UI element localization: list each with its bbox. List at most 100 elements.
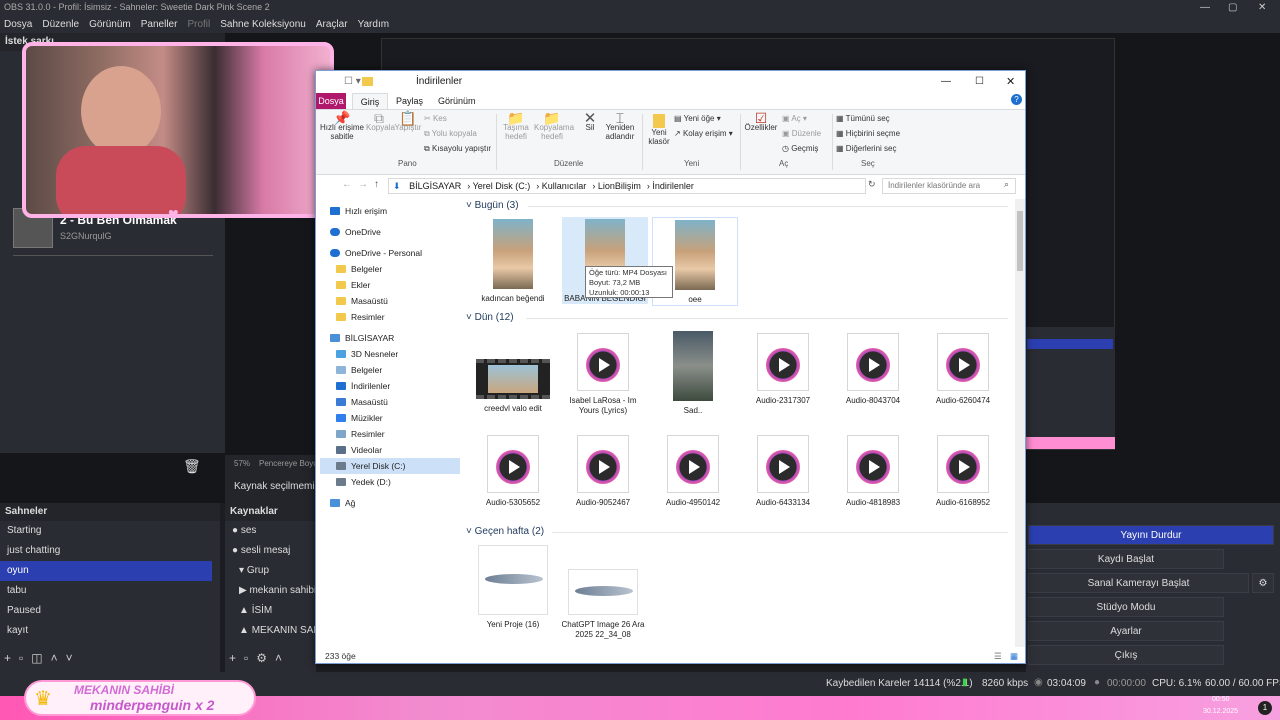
- nav-item-3d-objects[interactable]: 3D Nesneler: [336, 346, 460, 362]
- nav-item-this-pc[interactable]: BİLGİSAYAR: [330, 330, 460, 346]
- file-item[interactable]: Isabel LaRosa - Im Yours (Lyrics): [560, 333, 646, 416]
- group-header-today[interactable]: ˅ Bugün (3): [466, 199, 1012, 213]
- file-item[interactable]: Sad..: [650, 331, 736, 416]
- quick-access-toolbar[interactable]: ☐ ▾: [344, 71, 361, 93]
- notification-badge[interactable]: 1: [1258, 701, 1272, 715]
- breadcrumb-item[interactable]: Yerel Disk (C:): [473, 181, 531, 191]
- remove-scene-icon[interactable]: ▫: [19, 651, 31, 665]
- menu-dosya[interactable]: Dosya: [4, 19, 32, 30]
- maximize-icon[interactable]: ☐: [975, 71, 984, 93]
- add-scene-icon[interactable]: +: [4, 651, 19, 665]
- file-item[interactable]: Audio-9052467: [560, 435, 646, 508]
- source-item[interactable]: ▲ İSİM: [225, 601, 316, 621]
- breadcrumb-item[interactable]: Kullanıcılar: [542, 181, 587, 191]
- search-input[interactable]: İndirilenler klasöründe ara: [882, 178, 1016, 194]
- new-folder-button[interactable]: Yeni klasör: [646, 114, 672, 146]
- nav-item-downloads[interactable]: İndirilenler: [336, 378, 460, 394]
- tab-file[interactable]: Dosya: [316, 93, 346, 109]
- paste-button[interactable]: 📋 Yapıştır: [393, 111, 423, 132]
- search-icon[interactable]: ⌕: [1004, 179, 1009, 190]
- file-item[interactable]: Audio-8043704: [830, 333, 916, 406]
- scene-item[interactable]: tabu: [0, 581, 212, 601]
- cut-button[interactable]: ✂ Kes: [424, 114, 447, 123]
- file-item[interactable]: ChatGPT Image 26 Ara 2025 22_34_08: [560, 569, 646, 640]
- delete-button[interactable]: ✕ Sil: [578, 111, 602, 132]
- copy-to-button[interactable]: 📁 Kopyalama hedefi: [534, 111, 574, 141]
- tab-home[interactable]: Giriş: [352, 93, 388, 109]
- filter-icon[interactable]: ◫: [31, 651, 50, 665]
- start-virtual-camera-button[interactable]: Sanal Kamerayı Başlat: [1028, 573, 1249, 593]
- close-icon[interactable]: ✕: [1006, 71, 1015, 93]
- breadcrumb-item[interactable]: LionBilişim: [598, 181, 641, 191]
- file-item[interactable]: kadıncan beğendi: [470, 219, 556, 304]
- group-header-last-week[interactable]: ˅ Geçen hafta (2): [466, 525, 1012, 539]
- up-icon[interactable]: ↑: [374, 179, 379, 190]
- source-item[interactable]: ● sesli mesaj: [225, 541, 316, 561]
- breadcrumb-item[interactable]: BİLGİSAYAR: [409, 181, 461, 191]
- file-item[interactable]: Audio-4818983: [830, 435, 916, 508]
- add-source-icon[interactable]: +: [229, 651, 244, 665]
- large-icons-view-icon[interactable]: ▦: [1010, 649, 1018, 664]
- nav-item-quick-access[interactable]: Hızlı erişim: [330, 203, 460, 219]
- file-item[interactable]: Audio-5305652: [470, 435, 556, 508]
- menu-yardim[interactable]: Yardım: [358, 19, 390, 30]
- scene-item[interactable]: kayıt: [0, 621, 212, 641]
- nav-item-backup-d[interactable]: Yedek (D:): [336, 474, 460, 490]
- copy-button[interactable]: ⧉ Kopyala: [366, 111, 395, 132]
- gear-icon[interactable]: ⚙: [256, 651, 275, 665]
- nav-item-music[interactable]: Müzikler: [336, 410, 460, 426]
- select-none-button[interactable]: ▦ Hiçbirini seçme: [836, 129, 900, 138]
- new-item-button[interactable]: ▤ Yeni öğe ▾: [674, 114, 721, 123]
- source-item[interactable]: ● ses: [225, 521, 316, 541]
- history-button[interactable]: ◷ Geçmiş: [782, 144, 818, 153]
- scrollbar-thumb[interactable]: [1017, 211, 1023, 271]
- scrollbar[interactable]: [1015, 199, 1025, 647]
- start-recording-button[interactable]: Kaydı Başlat: [1028, 549, 1224, 569]
- nav-item-pictures[interactable]: Resimler: [336, 309, 460, 325]
- minimize-icon[interactable]: —: [941, 71, 951, 93]
- source-item[interactable]: ▲ MEKANIN SAHİBİ: [225, 621, 316, 641]
- nav-item-documents-pc[interactable]: Belgeler: [336, 362, 460, 378]
- edit-button[interactable]: ▣ Düzenle: [782, 129, 821, 138]
- file-item[interactable]: Audio-6168952: [920, 435, 1006, 508]
- scene-item-selected[interactable]: oyun: [0, 561, 212, 581]
- scene-item[interactable]: Paused: [0, 601, 212, 621]
- breadcrumb[interactable]: ⬇ BİLGİSAYAR › Yerel Disk (C:) › Kullanıcı…: [388, 178, 866, 194]
- details-view-icon[interactable]: ☰: [994, 649, 1002, 664]
- nav-item-desktop[interactable]: Masaüstü: [336, 293, 460, 309]
- nav-item-documents[interactable]: Belgeler: [336, 261, 460, 277]
- scene-item[interactable]: just chatting: [0, 541, 212, 561]
- file-item[interactable]: Yeni Proje (16): [470, 545, 556, 630]
- file-item[interactable]: Audio-6260474: [920, 333, 1006, 406]
- file-item[interactable]: Audio-4950142: [650, 435, 736, 508]
- move-up-icon[interactable]: ˄: [51, 651, 66, 665]
- forward-icon[interactable]: →: [358, 179, 368, 190]
- paste-shortcut-button[interactable]: ⧉ Kısayolu yapıştır: [424, 144, 491, 153]
- copy-path-button[interactable]: ⧉ Yolu kopyala: [424, 129, 477, 138]
- move-to-button[interactable]: 📁 Taşıma hedefi: [500, 111, 532, 141]
- back-icon[interactable]: ←: [342, 179, 352, 190]
- trash-icon[interactable]: 🗑: [183, 458, 201, 475]
- nav-item-attachments[interactable]: Ekler: [336, 277, 460, 293]
- remove-source-icon[interactable]: ▫: [244, 651, 256, 665]
- open-button[interactable]: ▣ Aç ▾: [782, 114, 807, 123]
- select-all-button[interactable]: ▦ Tümünü seç: [836, 114, 890, 123]
- nav-item-network[interactable]: Ağ: [330, 495, 460, 511]
- stop-stream-button[interactable]: Yayını Durdur: [1028, 525, 1274, 545]
- properties-button[interactable]: ☑ Özellikler: [744, 111, 778, 132]
- scene-item[interactable]: Starting: [0, 521, 212, 541]
- invert-selection-button[interactable]: ▦ Diğerlerini seç: [836, 144, 896, 153]
- move-down-icon[interactable]: ˅: [66, 651, 81, 665]
- minimize-icon[interactable]: —: [1200, 0, 1210, 15]
- breadcrumb-item[interactable]: İndirilenler: [652, 181, 694, 191]
- nav-item-pictures-pc[interactable]: Resimler: [336, 426, 460, 442]
- nav-item-onedrive-personal[interactable]: OneDrive - Personal: [330, 245, 460, 261]
- settings-button[interactable]: Ayarlar: [1028, 621, 1224, 641]
- pin-button[interactable]: 📌 Hızlı erişime sabitle: [318, 111, 366, 141]
- tab-view[interactable]: Görünüm: [438, 93, 476, 109]
- help-icon[interactable]: ?: [1011, 94, 1022, 105]
- menu-araclar[interactable]: Araçlar: [316, 19, 348, 30]
- virtual-camera-settings-icon[interactable]: ⚙: [1252, 573, 1274, 593]
- nav-item-onedrive[interactable]: OneDrive: [330, 224, 460, 240]
- menu-paneller[interactable]: Paneller: [141, 19, 178, 30]
